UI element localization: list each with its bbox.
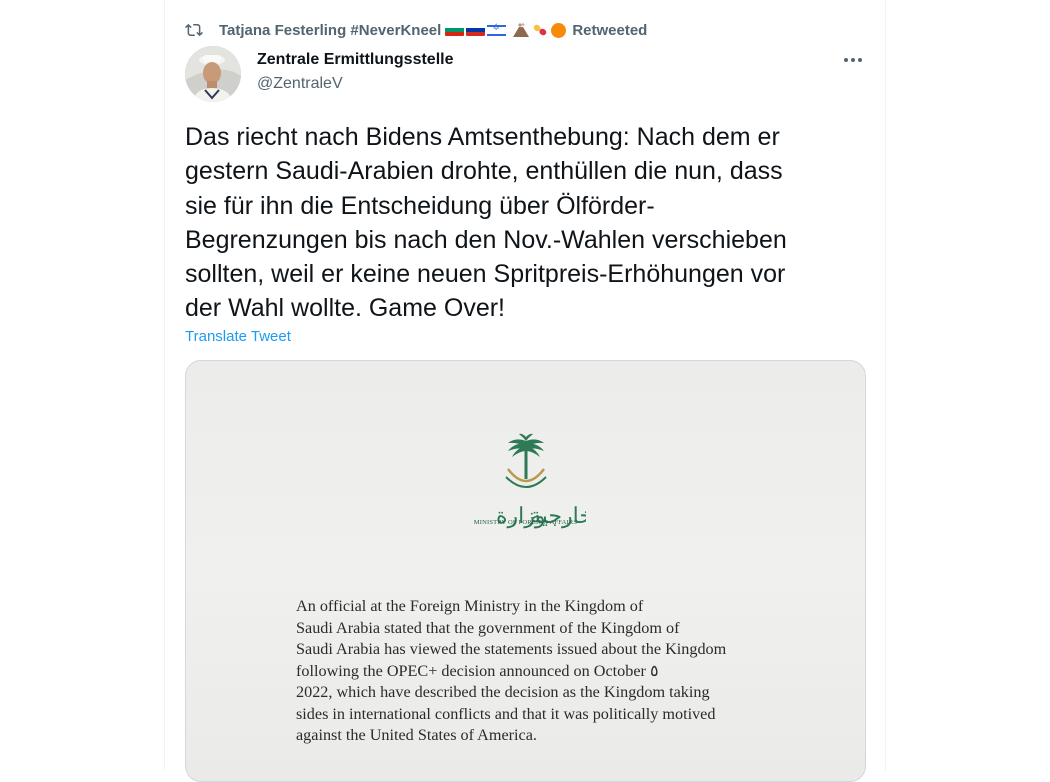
retweeter-emojis: [445, 22, 567, 38]
ministry-label: MINISTRY OF FOREIGN AFFAIRS: [473, 519, 578, 526]
russia-flag-icon: [466, 24, 486, 36]
ministry-emblem-icon: وزارة الخارجية: [496, 433, 586, 529]
pill-icon: [534, 24, 547, 36]
retweeter-name[interactable]: Tatjana Festerling #NeverKneel: [219, 22, 441, 39]
author-info[interactable]: Zentrale Ermittlungsstelle @ZentraleV: [257, 50, 454, 94]
ministry-statement-text: An official at the Foreign Ministry in t…: [296, 597, 727, 744]
author-name[interactable]: Zentrale Ermittlungsstelle: [257, 50, 454, 70]
orange-circle-icon: [551, 22, 567, 38]
bulgaria-flag-icon: [445, 24, 465, 36]
tweet-text: Das riecht nach Bidens Amtsenthebung: Na…: [185, 123, 787, 323]
retweet-context: Tatjana Festerling #NeverKneel Retweeted: [185, 19, 647, 41]
volcano-icon: [513, 23, 530, 37]
retweeted-label: Retweeted: [572, 21, 648, 39]
author-avatar[interactable]: [185, 46, 241, 102]
translate-tweet-link[interactable]: Translate Tweet: [185, 328, 291, 345]
tweet-media-image[interactable]: وزارة الخارجية MINISTRY OF FOREIGN AFFAI…: [185, 360, 866, 782]
retweet-icon: [185, 23, 203, 37]
author-handle[interactable]: @ZentraleV: [257, 74, 454, 94]
avatar-image: [185, 46, 241, 102]
israel-flag-icon: [487, 22, 507, 36]
tweet-card[interactable]: Tatjana Festerling #NeverKneel Retweeted: [164, 0, 886, 782]
more-options-icon[interactable]: [841, 50, 865, 70]
